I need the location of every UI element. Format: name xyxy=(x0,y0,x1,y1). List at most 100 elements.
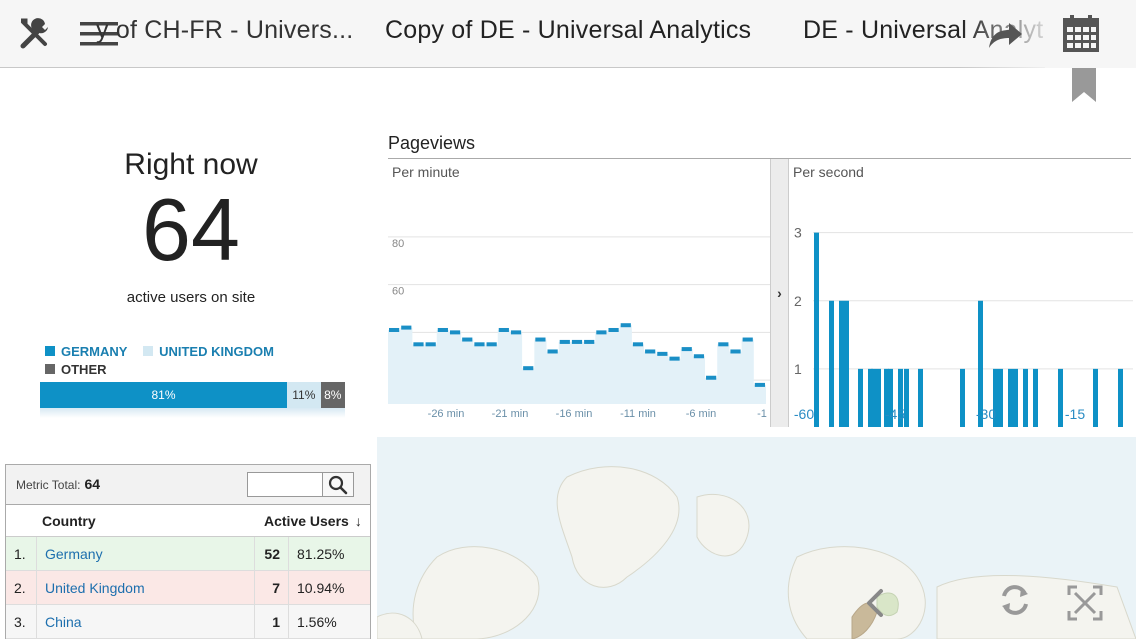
per-minute-y-tick: 80 xyxy=(392,238,404,250)
tab-copy-de[interactable]: Copy of DE - Universal Analytics xyxy=(385,16,751,45)
pageviews-title: Pageviews xyxy=(388,133,476,153)
chart-expand-toggle[interactable]: › xyxy=(770,159,789,427)
per-second-bar xyxy=(1093,368,1098,427)
legend-germany: GERMANY xyxy=(45,342,127,360)
per-minute-value-mark xyxy=(389,327,400,332)
sort-down-icon: ↓ xyxy=(354,512,362,529)
search-input[interactable] xyxy=(247,472,323,497)
per-minute-value-mark xyxy=(474,342,485,347)
row-percent: 10.94% xyxy=(288,571,370,604)
per-second-x-tick: -60 xyxy=(794,406,814,422)
per-minute-value-mark xyxy=(523,366,534,371)
tab-ch-fr[interactable]: y of CH-FR - Univers... xyxy=(96,16,353,45)
share-segment-other: 8% xyxy=(320,382,345,408)
col-country[interactable]: Country xyxy=(42,505,96,536)
table-row[interactable]: 2. United Kingdom 7 10.94% xyxy=(6,571,370,605)
per-minute-value-mark xyxy=(596,330,607,335)
row-country[interactable]: United Kingdom xyxy=(36,571,254,604)
per-minute-value-mark xyxy=(681,347,692,352)
per-minute-value-mark xyxy=(535,337,546,342)
per-minute-value-mark xyxy=(645,349,656,354)
per-minute-x-tick: -11 min xyxy=(620,408,656,420)
row-country[interactable]: China xyxy=(36,605,254,638)
per-minute-value-mark xyxy=(449,330,461,335)
fullscreen-icon xyxy=(1067,585,1103,621)
per-minute-value-mark xyxy=(584,339,595,344)
per-minute-value-mark xyxy=(608,327,619,332)
refresh-icon xyxy=(1002,585,1028,615)
table-row[interactable]: 3. China 1 1.56% xyxy=(6,605,370,639)
per-second-bar xyxy=(1033,368,1038,427)
per-second-bar xyxy=(1058,368,1063,427)
per-minute-y-tick: 60 xyxy=(392,286,404,298)
per-minute-x-tick: -21 min xyxy=(492,408,529,420)
country-share-bar: 81% 11% 8% xyxy=(40,382,345,408)
per-second-bar xyxy=(829,300,834,427)
search-icon xyxy=(328,475,348,494)
row-percent: 81.25% xyxy=(288,537,370,570)
per-second-bar xyxy=(918,368,923,427)
per-minute-value-mark xyxy=(706,375,717,380)
bookmark-icon[interactable] xyxy=(1072,68,1096,102)
col-active-users[interactable]: Active Users ↓ xyxy=(264,505,362,536)
share-icon[interactable] xyxy=(985,14,1025,54)
per-minute-value-mark xyxy=(718,342,729,347)
row-index: 3. xyxy=(14,613,26,630)
bar-shadow xyxy=(40,408,345,418)
per-minute-value-mark xyxy=(437,327,448,332)
per-minute-value-mark xyxy=(571,339,583,344)
per-minute-value-mark xyxy=(669,356,680,361)
per-second-label: Per second xyxy=(793,164,864,180)
legend-label: OTHER xyxy=(61,361,107,377)
map-fullscreen-button[interactable] xyxy=(1065,583,1105,623)
per-second-x-tick: -45 xyxy=(885,406,905,422)
legend-other: OTHER xyxy=(45,360,107,378)
per-minute-value-mark xyxy=(657,351,668,356)
wrench-icon[interactable] xyxy=(15,14,55,54)
per-minute-value-mark xyxy=(462,337,473,342)
per-minute-value-mark xyxy=(425,342,436,347)
per-minute-value-mark xyxy=(559,339,570,344)
pageviews-charts: 80604020-26 min-21 min-16 min-11 min-6 m… xyxy=(388,159,1133,427)
world-map[interactable] xyxy=(377,437,1136,639)
legend-swatch xyxy=(45,346,55,356)
per-second-bar xyxy=(839,300,844,427)
per-second-bar xyxy=(858,368,863,427)
per-minute-value-mark xyxy=(620,323,631,328)
row-users: 7 xyxy=(254,571,288,604)
legend-uk: UNITED KINGDOM xyxy=(143,342,274,360)
row-index: 2. xyxy=(14,579,26,596)
map-back-button[interactable] xyxy=(857,583,897,623)
chevron-right-icon: › xyxy=(777,285,782,301)
per-second-y-tick: 3 xyxy=(794,225,802,241)
row-country[interactable]: Germany xyxy=(36,537,254,570)
table-row[interactable]: 1. Germany 52 81.25% xyxy=(6,537,370,571)
per-second-x-tick: -15 xyxy=(1065,406,1085,422)
per-minute-value-mark xyxy=(693,354,705,359)
per-minute-x-tick: -26 min xyxy=(428,408,465,420)
per-minute-x-tick: -1 xyxy=(757,408,767,420)
per-second-x-tick: -30 xyxy=(976,406,996,422)
per-second-bar xyxy=(871,368,876,427)
per-minute-value-mark xyxy=(547,349,558,354)
per-second-bar xyxy=(960,368,965,427)
per-minute-value-mark xyxy=(413,342,424,347)
calendar-icon[interactable] xyxy=(1061,14,1101,54)
per-minute-value-mark xyxy=(510,330,522,335)
table-column-headers: Country Active Users ↓ xyxy=(6,505,370,537)
per-minute-value-mark xyxy=(632,342,644,347)
per-second-y-tick: 2 xyxy=(794,293,802,309)
legend-label: GERMANY xyxy=(61,343,128,359)
map-refresh-button[interactable] xyxy=(995,580,1035,620)
per-second-bar xyxy=(814,232,819,427)
per-second-bar xyxy=(1023,368,1028,427)
legend-swatch xyxy=(45,364,55,374)
country-table: Metric Total: 64 Country Active Users ↓ 1… xyxy=(5,464,371,639)
legend-swatch xyxy=(143,346,154,356)
right-now-title: Right now xyxy=(124,148,258,181)
share-segment-germany: 81% xyxy=(40,382,288,408)
table-header: Metric Total: 64 xyxy=(6,465,370,505)
metric-total-value: 64 xyxy=(84,476,101,492)
legend-label: UNITED KINGDOM xyxy=(159,343,274,359)
search-button[interactable] xyxy=(323,472,354,497)
